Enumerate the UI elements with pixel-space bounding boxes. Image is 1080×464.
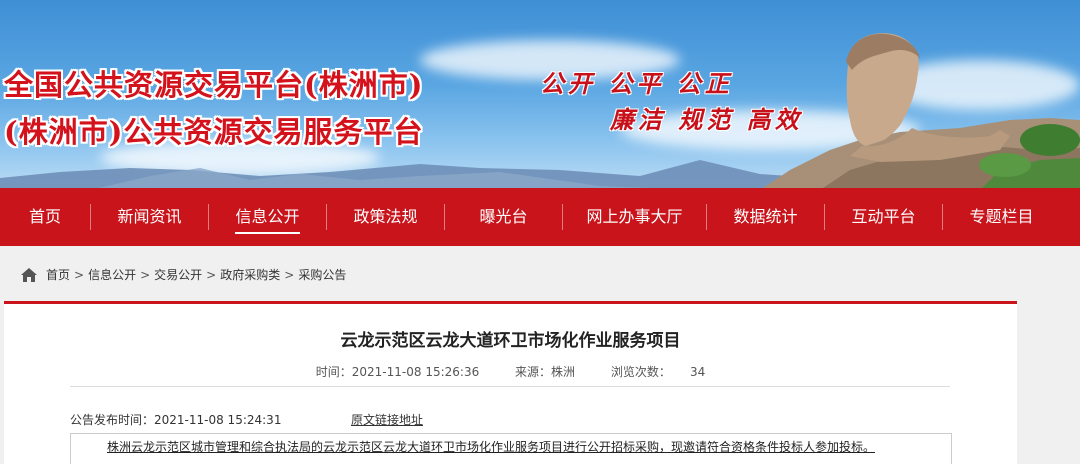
nav-item-interaction[interactable]: 互动平台 (825, 188, 942, 246)
nav-item-online-services[interactable]: 网上办事大厅 (563, 188, 706, 246)
site-title-line2: (株洲市)公共资源交易服务平台 (4, 115, 424, 149)
nav-item-info-disclosure[interactable]: 信息公开 (209, 188, 326, 246)
slogan-line2: 廉洁 规范 高效 (610, 105, 803, 134)
header-banner: 全国公共资源交易平台(株洲市) (株洲市)公共资源交易服务平台 公开 公平 公正… (0, 0, 1080, 190)
breadcrumb-separator: > (284, 267, 295, 282)
nav-item-special-topics[interactable]: 专题栏目 (943, 188, 1060, 246)
site-title-line1: 全国公共资源交易平台(株洲市) (4, 68, 424, 102)
meta-divider (70, 386, 950, 387)
breadcrumb-separator: > (140, 267, 151, 282)
nav-item-policies[interactable]: 政策法规 (327, 188, 444, 246)
page-background-strip (1017, 301, 1080, 452)
home-icon[interactable] (20, 267, 38, 283)
nav-item-statistics[interactable]: 数据统计 (707, 188, 824, 246)
breadcrumb: 首页 > 信息公开 > 交易公开 > 政府采购类 > 采购公告 (20, 266, 346, 283)
breadcrumb-separator: > (206, 267, 217, 282)
article-panel: 云龙示范区云龙大道环卫市场化作业服务项目 时间：2021-11-08 15:26… (4, 301, 1017, 464)
article-time: 时间：2021-11-08 15:26:36 (315, 365, 480, 379)
breadcrumb-procurement-notice[interactable]: 采购公告 (298, 266, 346, 283)
notice-content-box: 株洲云龙示范区城市管理和综合执法局的云龙示范区云龙大道环卫市场化作业服务项目进行… (70, 433, 952, 464)
article-meta: 时间：2021-11-08 15:26:36 来源：株洲 浏览次数： 34 (4, 363, 1017, 380)
article-title: 云龙示范区云龙大道环卫市场化作业服务项目 (340, 331, 681, 351)
original-link[interactable]: 原文链接地址 (351, 411, 423, 428)
article-view-count: 浏览次数： 34 (610, 365, 706, 379)
breadcrumb-government-procurement[interactable]: 政府采购类 (220, 266, 280, 283)
slogan-line1: 公开 公平 公正 (540, 69, 733, 98)
publish-time: 公告发布时间：2021-11-08 15:24:31 (70, 413, 282, 427)
breadcrumb-separator: > (74, 267, 85, 282)
article-source: 来源：株洲 (515, 365, 576, 379)
nav-item-exposure[interactable]: 曝光台 (445, 188, 562, 246)
breadcrumb-trading-disclosure[interactable]: 交易公开 (154, 266, 202, 283)
main-navigation: 首页 新闻资讯 信息公开 政策法规 曝光台 网上办事大厅 数据统计 互动平台 专… (0, 188, 1080, 246)
breadcrumb-info-disclosure[interactable]: 信息公开 (88, 266, 136, 283)
breadcrumb-home[interactable]: 首页 (46, 266, 70, 283)
nav-item-news[interactable]: 新闻资讯 (91, 188, 208, 246)
nav-item-home[interactable]: 首页 (0, 188, 90, 246)
notice-text: 株洲云龙示范区城市管理和综合执法局的云龙示范区云龙大道环卫市场化作业服务项目进行… (107, 440, 876, 454)
